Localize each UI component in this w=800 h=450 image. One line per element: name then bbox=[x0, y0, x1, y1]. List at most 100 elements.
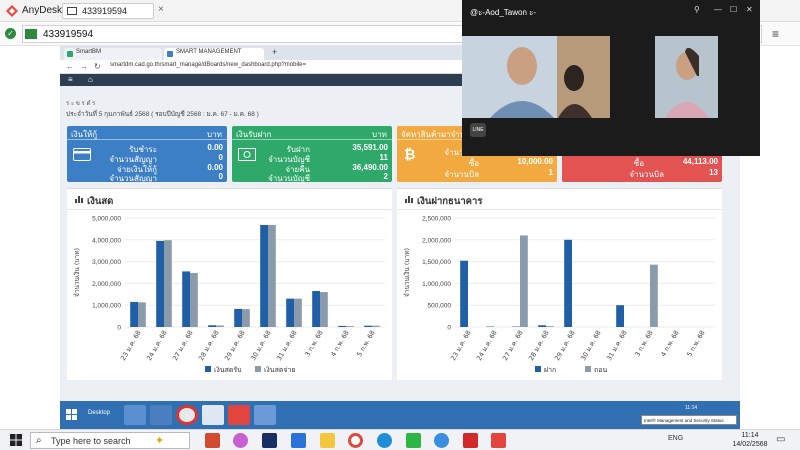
legend-label: เงินสดจ่าย bbox=[264, 366, 296, 374]
bar-series2 bbox=[650, 264, 658, 327]
card-label: จำนวนสัญญา bbox=[109, 174, 157, 183]
bar-series1 bbox=[208, 325, 216, 327]
session-tab[interactable]: 433919594 bbox=[62, 3, 154, 19]
windows-start-icon[interactable] bbox=[10, 434, 22, 446]
participant-silhouettes-icon bbox=[462, 36, 610, 118]
remote-start-icon[interactable] bbox=[66, 409, 78, 421]
remote-chrome-icon[interactable] bbox=[176, 405, 198, 425]
x-tick-label: 4 ก.พ. 68 bbox=[329, 329, 350, 358]
reload-icon[interactable]: ↻ bbox=[94, 62, 101, 71]
close-icon[interactable]: ✕ bbox=[746, 5, 753, 14]
x-tick-label: 4 ก.พ. 68 bbox=[659, 329, 680, 358]
pin-icon[interactable]: ⚲ bbox=[694, 5, 700, 14]
x-tick-label: 3 ก.พ. 68 bbox=[303, 329, 324, 358]
browser-tab-smartbm[interactable]: SmartBM bbox=[64, 48, 162, 60]
taskbar-line-icon[interactable] bbox=[406, 433, 421, 448]
remote-url-text[interactable]: smartdm.cad.go.th/smart_manage/dBoards/n… bbox=[110, 62, 306, 68]
bar-series2 bbox=[294, 298, 302, 327]
x-tick-label: 29 ม.ค. 68 bbox=[553, 329, 577, 362]
bank-bar-chart: 0 500,000 1,000,000 1,500,000 2,000,000 2,500… bbox=[403, 216, 715, 374]
legend-swatch bbox=[255, 366, 261, 372]
desk-status-icon bbox=[25, 29, 37, 39]
card-divider bbox=[232, 139, 392, 140]
maximize-icon[interactable]: ☐ bbox=[730, 5, 737, 14]
taskbar-files-icon[interactable] bbox=[320, 433, 335, 448]
y-axis-label: จำนวนเงิน (บาท) bbox=[403, 248, 411, 297]
session-tab-label: 433919594 bbox=[82, 6, 128, 16]
new-tab-button[interactable]: + bbox=[272, 47, 277, 57]
bar-series2 bbox=[546, 326, 554, 327]
bar-series2 bbox=[372, 325, 380, 327]
bar-series1 bbox=[312, 291, 320, 327]
back-arrow-icon[interactable]: ← bbox=[66, 62, 74, 71]
browser-tab-smart-management[interactable]: SMART MANAGEMENT bbox=[164, 48, 264, 60]
participant-self-silhouette-icon bbox=[655, 36, 718, 118]
browser-tab-label: SmartBM bbox=[76, 49, 102, 55]
taskbar-globe-icon[interactable] bbox=[434, 433, 449, 448]
card-value: 10,000.00 bbox=[517, 157, 553, 166]
video-participant-main bbox=[462, 36, 610, 118]
taskbar-chrome-icon[interactable] bbox=[348, 433, 363, 448]
taskbar-edge-icon[interactable] bbox=[377, 433, 392, 448]
remote-taskbar: Desktop 11:14 bbox=[60, 401, 740, 429]
bar-series1 bbox=[564, 239, 572, 327]
x-tick-label: 23 ม.ค. 68 bbox=[449, 329, 473, 362]
y-tick-label: 3,000,000 bbox=[92, 259, 121, 266]
bar-chart-icon bbox=[75, 196, 83, 203]
card-label: จำนวนบัญชี bbox=[268, 174, 310, 183]
nav-home-icon[interactable]: ⌂ bbox=[88, 75, 93, 84]
card-value: 1 bbox=[548, 168, 553, 177]
taskbar-clock[interactable]: 11:14 14/02/2568 bbox=[731, 431, 769, 449]
tray-language[interactable]: ENG bbox=[668, 435, 683, 442]
remote-app-network-icon[interactable] bbox=[202, 405, 224, 425]
remote-desktop-label[interactable]: Desktop bbox=[88, 410, 110, 416]
legend-label: เงินสดรับ bbox=[214, 366, 242, 374]
y-tick-label: 1,000,000 bbox=[92, 303, 121, 310]
bar-chart-icon bbox=[405, 196, 413, 203]
x-tick-label: 31 ม.ค. 68 bbox=[605, 329, 629, 362]
x-tick-label: 27 ม.ค. 68 bbox=[171, 329, 195, 362]
taskbar-mail-icon[interactable] bbox=[291, 433, 306, 448]
card-value: 0.00 bbox=[207, 143, 223, 152]
remote-clock: 11:14 bbox=[685, 405, 698, 411]
taskbar-copilot-icon[interactable] bbox=[233, 433, 248, 448]
close-tab-icon[interactable]: × bbox=[158, 4, 164, 15]
forward-arrow-icon[interactable]: → bbox=[80, 62, 88, 71]
y-tick-label: 0 bbox=[447, 325, 451, 332]
search-placeholder: Type here to search bbox=[51, 436, 131, 446]
taskbar-anydesk-icon[interactable] bbox=[491, 433, 506, 448]
card-value: 0 bbox=[218, 153, 223, 162]
taskbar-acrobat-icon[interactable] bbox=[463, 433, 478, 448]
cash-bar-chart: 0 1,000,000 2,000,000 3,000,000 4,000,000 5,0… bbox=[73, 216, 385, 374]
bar-series1 bbox=[460, 260, 468, 327]
bar-series1 bbox=[538, 325, 546, 327]
x-tick-label: 5 ก.พ. 68 bbox=[685, 329, 706, 358]
bar-series2 bbox=[242, 309, 250, 327]
y-tick-label: 4,000,000 bbox=[92, 237, 121, 244]
card-value: 11 bbox=[379, 153, 388, 162]
taskbar-store-icon[interactable] bbox=[205, 433, 220, 448]
taskbar-search-box[interactable]: ⌕ Type here to search ✦ bbox=[30, 432, 190, 449]
remote-anydesk-icon[interactable] bbox=[228, 405, 250, 425]
x-tick-label: 24 ม.ค. 68 bbox=[145, 329, 169, 362]
minimize-icon[interactable]: — bbox=[714, 5, 722, 14]
legend-label: ถอน bbox=[594, 366, 607, 374]
x-tick-label: 3 ก.พ. 68 bbox=[633, 329, 654, 358]
remote-app-files-icon[interactable] bbox=[150, 405, 172, 425]
tray-tooltip: Intel® Management and Security Status bbox=[641, 415, 737, 425]
remote-app-explorer-icon[interactable] bbox=[124, 405, 146, 425]
taskbar-photoshop-icon[interactable] bbox=[262, 433, 277, 448]
legend-swatch bbox=[205, 366, 211, 372]
x-tick-label: 5 ก.พ. 68 bbox=[355, 329, 376, 358]
y-tick-label: 1,000,000 bbox=[422, 281, 451, 288]
anydesk-menu-icon[interactable]: ≡ bbox=[772, 27, 779, 41]
bank-chart-panel: เงินฝากธนาคาร 0 500,000 1,000,000 1,500,000… bbox=[397, 188, 722, 380]
chart-title: เงินสด bbox=[87, 196, 114, 207]
x-tick-label: 28 ม.ค. 68 bbox=[197, 329, 221, 362]
notification-icon[interactable]: ▭ bbox=[776, 434, 785, 445]
bar-series1 bbox=[234, 308, 242, 327]
remote-app-globe-icon[interactable] bbox=[254, 405, 276, 425]
nav-menu-icon[interactable]: ≡ bbox=[68, 75, 73, 84]
x-tick-label: 29 ม.ค. 68 bbox=[223, 329, 247, 362]
video-call-window[interactable]: @ะ-Aod_Tawon ะ- ⚲ — ☐ ✕ LINE bbox=[462, 0, 760, 156]
